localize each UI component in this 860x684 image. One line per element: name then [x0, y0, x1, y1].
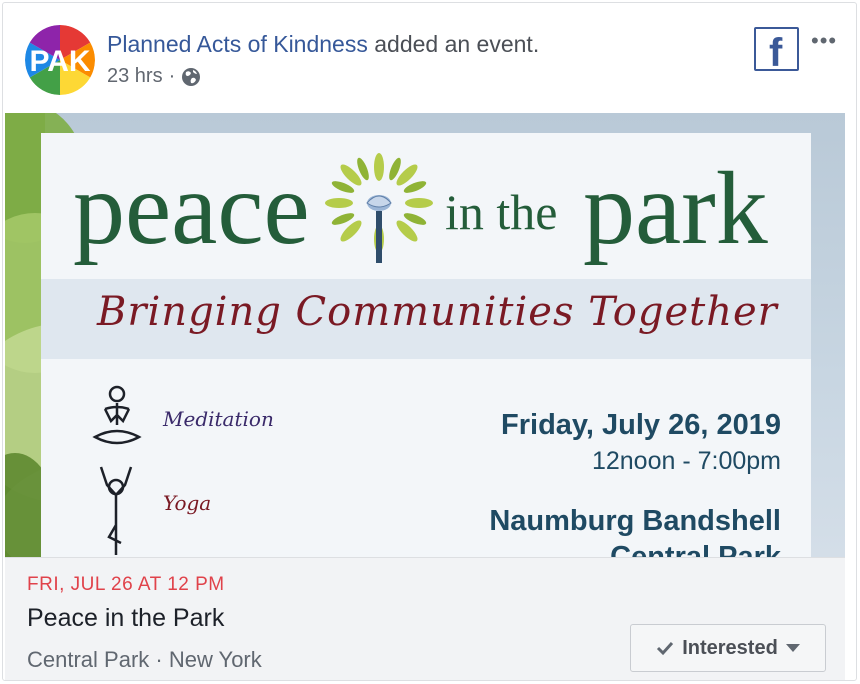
event-title[interactable]: Peace in the Park: [27, 604, 224, 633]
post-meta: 23 hrs ·: [107, 65, 201, 88]
post-action-text: added an event.: [367, 31, 540, 57]
poster-title-peace: peace: [73, 151, 310, 266]
event-cover-image[interactable]: peace in the park Bringing Communities T…: [5, 113, 845, 557]
interested-label: Interested: [682, 636, 778, 659]
lotus-tree-icon: [325, 153, 433, 263]
checkmark-icon: [657, 641, 674, 656]
post-headline: Planned Acts of Kindness added an event.: [107, 31, 539, 58]
poster-time: 12noon - 7:00pm: [591, 447, 781, 475]
more-options-icon[interactable]: •••: [811, 30, 837, 52]
poster-subtitle: Bringing Communities Together: [97, 289, 778, 335]
interested-button[interactable]: Interested: [630, 624, 826, 672]
event-location: Central Park · New York: [27, 647, 262, 672]
poster-title-in-the: in the: [445, 184, 558, 240]
event-date: FRI, JUL 26 AT 12 PM: [27, 574, 225, 595]
event-details[interactable]: FRI, JUL 26 AT 12 PM Peace in the Park C…: [5, 557, 845, 680]
yoga-icon: [99, 466, 133, 555]
poster-venue: Naumburg Bandshell: [489, 505, 781, 537]
facebook-logo-icon: f: [754, 27, 799, 75]
event-post-card: PAK Planned Acts of Kindness added an ev…: [2, 2, 857, 681]
poster-title-park: park: [583, 151, 768, 266]
activity-meditation-label: Meditation: [163, 407, 274, 431]
poster-venue-line2: Central Park: [610, 541, 781, 557]
meditation-icon: [92, 385, 142, 445]
meta-separator: ·: [168, 65, 176, 87]
page-name-link[interactable]: Planned Acts of Kindness: [107, 31, 368, 57]
avatar-logo-text: PAK: [29, 45, 90, 78]
page-avatar[interactable]: PAK: [25, 25, 95, 95]
facebook-logo-glyph: f: [769, 31, 783, 75]
post-timestamp[interactable]: 23 hrs: [107, 65, 163, 88]
globe-icon[interactable]: [181, 67, 201, 87]
dropdown-caret-icon: [785, 644, 800, 652]
activity-yoga-label: Yoga: [163, 491, 212, 515]
poster-date: Friday, July 26, 2019: [501, 409, 781, 441]
